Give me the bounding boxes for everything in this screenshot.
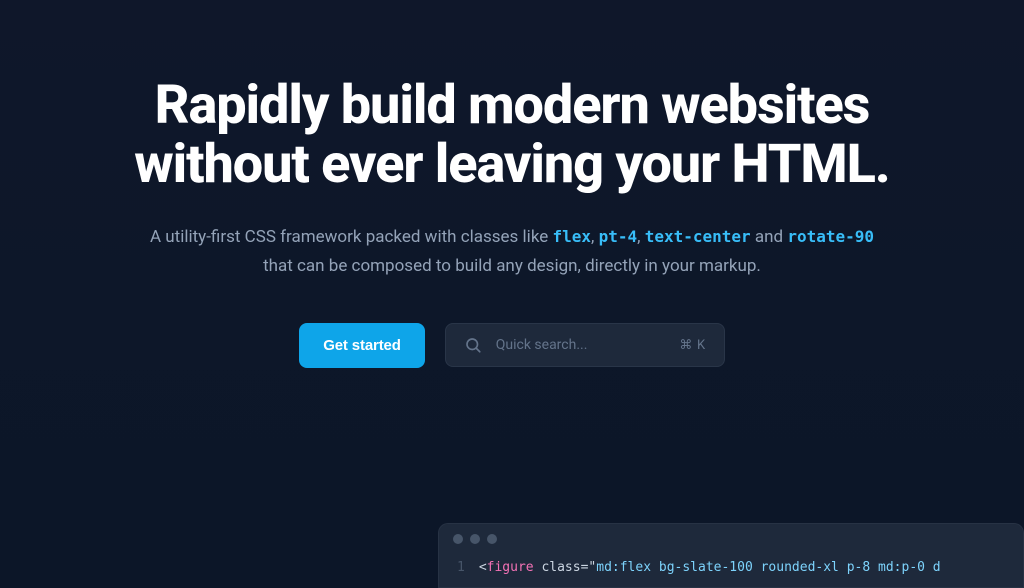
hero-headline: Rapidly build modern websites without ev… bbox=[52, 76, 972, 195]
traffic-minimize-icon bbox=[470, 534, 480, 544]
tok-open-angle: < bbox=[479, 560, 487, 575]
editor-titlebar bbox=[439, 524, 1023, 554]
tok-class-value: md:flex bg-slate-100 rounded-xl p-8 md:p… bbox=[596, 560, 940, 575]
headline-line-1: Rapidly build modern websites bbox=[155, 74, 870, 137]
search-icon bbox=[464, 336, 482, 354]
code-chip-flex: flex bbox=[553, 227, 592, 246]
traffic-lights bbox=[453, 534, 497, 544]
code-chip-rotate-90: rotate-90 bbox=[787, 227, 874, 246]
subhead-prefix: A utility-first CSS framework packed wit… bbox=[150, 227, 553, 247]
line-number: 1 bbox=[439, 558, 479, 579]
subhead-sep1: , bbox=[591, 227, 599, 247]
subhead-and: and bbox=[751, 227, 788, 247]
subhead-suffix: that can be composed to build any design… bbox=[263, 256, 761, 276]
tok-attr-class: class bbox=[541, 560, 580, 575]
tok-tag-figure: figure bbox=[487, 560, 534, 575]
cta-row: Get started Quick search... ⌘ K bbox=[0, 323, 1024, 368]
code-editor-window: 1 <figure class="md:flex bg-slate-100 ro… bbox=[438, 523, 1024, 588]
quick-search-button[interactable]: Quick search... ⌘ K bbox=[445, 323, 725, 367]
headline-line-2: without ever leaving your HTML. bbox=[134, 133, 889, 196]
code-chip-text-center: text-center bbox=[645, 227, 751, 246]
hero-subhead: A utility-first CSS framework packed wit… bbox=[142, 223, 882, 281]
code-line-1: <figure class="md:flex bg-slate-100 roun… bbox=[479, 558, 941, 579]
code-chip-pt4: pt-4 bbox=[599, 227, 638, 246]
subhead-sep2: , bbox=[637, 227, 645, 247]
get-started-button[interactable]: Get started bbox=[299, 323, 425, 368]
traffic-close-icon bbox=[453, 534, 463, 544]
traffic-maximize-icon bbox=[487, 534, 497, 544]
editor-body: 1 <figure class="md:flex bg-slate-100 ro… bbox=[439, 554, 1023, 587]
search-shortcut: ⌘ K bbox=[679, 338, 705, 353]
search-placeholder: Quick search... bbox=[496, 337, 680, 353]
